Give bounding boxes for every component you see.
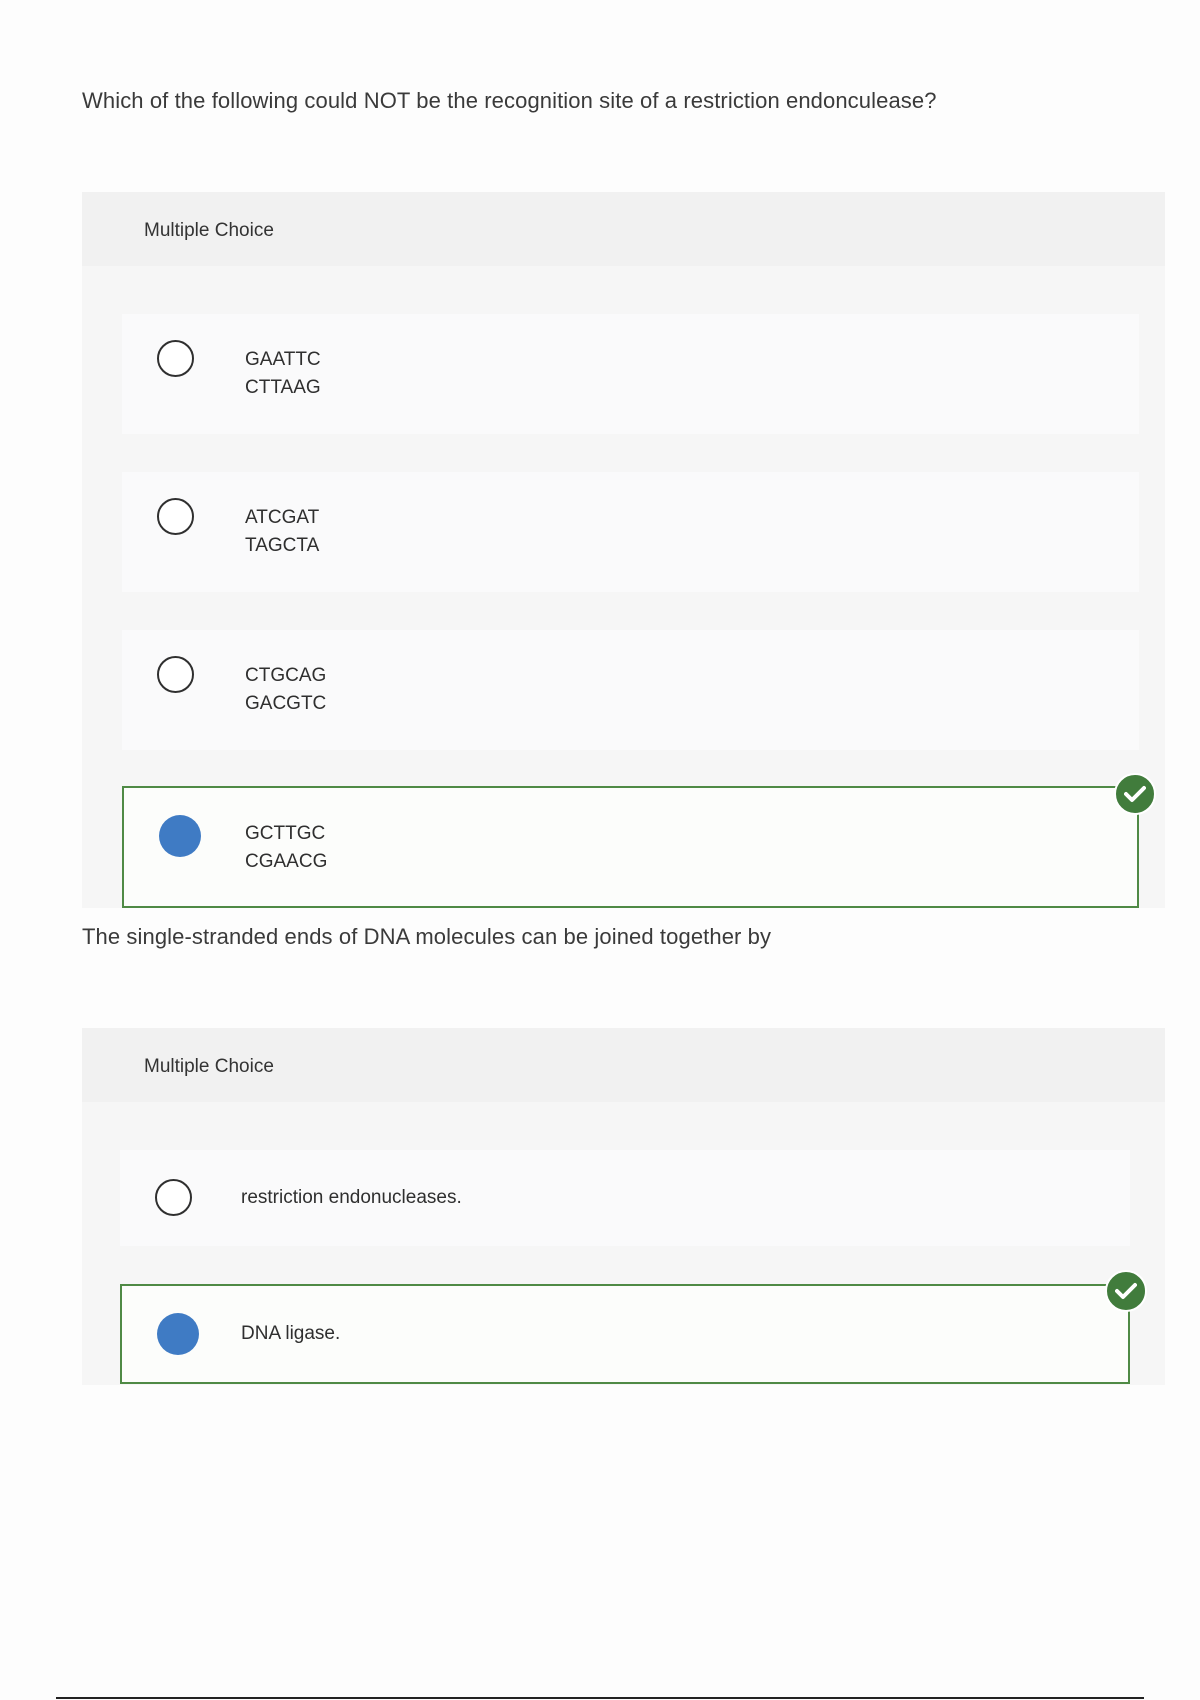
option-line-1: GAATTC <box>245 349 321 370</box>
option-line-2: CGAACG <box>245 851 328 872</box>
q1-option-d-selected[interactable]: GCTTGC CGAACG <box>122 786 1139 908</box>
option-label: restriction endonucleases. <box>241 1187 462 1208</box>
radio-button-selected[interactable] <box>157 1313 199 1355</box>
check-circle-icon <box>1114 773 1156 815</box>
question-type-label: Multiple Choice <box>144 1056 274 1077</box>
option-label: DNA ligase. <box>241 1323 341 1344</box>
radio-button[interactable] <box>155 1179 192 1216</box>
radio-button-selected[interactable] <box>159 815 201 857</box>
radio-button[interactable] <box>157 498 194 535</box>
bottom-divider <box>56 1697 1144 1699</box>
option-text: GAATTC CTTAAG <box>245 346 321 402</box>
q1-option-a[interactable]: GAATTC CTTAAG <box>122 314 1139 434</box>
option-line-1: ATCGAT <box>245 507 320 528</box>
question-2-type-header: Multiple Choice <box>82 1028 1165 1102</box>
option-text: ATCGAT TAGCTA <box>245 504 319 560</box>
question-2-prompt: The single-stranded ends of DNA molecule… <box>82 924 772 949</box>
option-line-2: CTTAAG <box>245 377 321 398</box>
q1-option-c[interactable]: CTGCAG GACGTC <box>122 630 1139 750</box>
q1-option-b[interactable]: ATCGAT TAGCTA <box>122 472 1139 592</box>
option-text: CTGCAG GACGTC <box>245 662 326 718</box>
q2-option-a[interactable]: restriction endonucleases. <box>120 1150 1130 1246</box>
check-circle-icon <box>1105 1270 1147 1312</box>
question-type-label: Multiple Choice <box>144 220 274 241</box>
option-line-1: CTGCAG <box>245 665 327 686</box>
question-1-multiple-choice-panel: Multiple Choice GAATTC CTTAAG ATCGAT TAG… <box>82 192 1165 908</box>
option-line-2: TAGCTA <box>245 535 320 556</box>
option-line-1: GCTTGC <box>245 823 326 844</box>
option-line-2: GACGTC <box>245 693 327 714</box>
question-2-multiple-choice-panel: Multiple Choice restriction endonuclease… <box>82 1028 1165 1385</box>
question-1-prompt: Which of the following could NOT be the … <box>82 88 937 113</box>
question-1-type-header: Multiple Choice <box>82 192 1165 266</box>
q2-option-b-selected[interactable]: DNA ligase. <box>120 1284 1130 1384</box>
radio-button[interactable] <box>157 656 194 693</box>
option-text: GCTTGC CGAACG <box>245 820 327 876</box>
radio-button[interactable] <box>157 340 194 377</box>
